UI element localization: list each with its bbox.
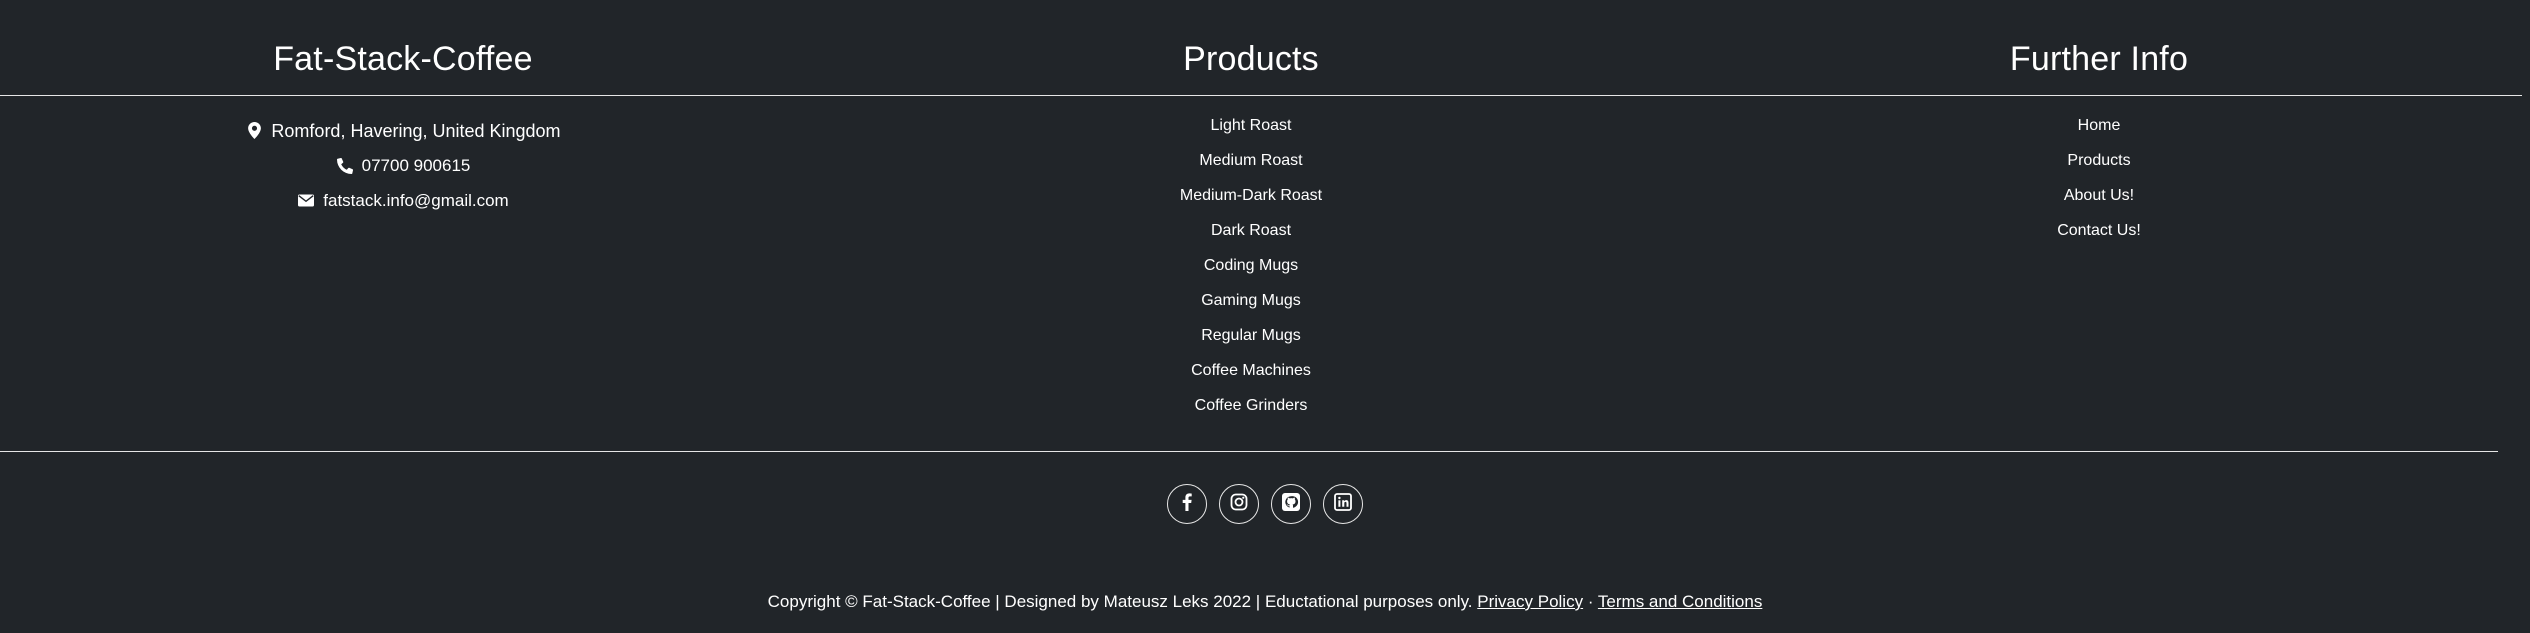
contact-email-text: fatstack.info@gmail.com [323, 190, 509, 210]
info-link-home[interactable]: Home [2078, 117, 2121, 134]
products-column: Products [834, 0, 1668, 80]
product-link-medium-roast[interactable]: Medium Roast [1199, 152, 1302, 169]
info-link-contact-us[interactable]: Contact Us! [2057, 222, 2141, 239]
product-link-coffee-grinders[interactable]: Coffee Grinders [1195, 397, 1308, 414]
copyright-line: Copyright © Fat-Stack-Coffee | Designed … [0, 590, 2530, 614]
facebook-icon [1181, 492, 1193, 516]
contact-location-text: Romford, Havering, United Kingdom [271, 120, 561, 141]
terms-conditions-link[interactable]: Terms and Conditions [1598, 592, 1762, 611]
products-link-list: Light Roast Medium Roast Medium-Dark Roa… [834, 113, 1668, 428]
contact-phone-text: 07700 900615 [361, 155, 471, 175]
copyright-text: Copyright © Fat-Stack-Coffee | Designed … [767, 592, 1473, 611]
contact-list: Romford, Havering, United Kingdom 07700 … [0, 113, 806, 218]
contact-phone[interactable]: 07700 900615 [0, 148, 806, 183]
product-link-medium-dark-roast[interactable]: Medium-Dark Roast [1180, 187, 1322, 204]
product-link-coding-mugs[interactable]: Coding Mugs [1204, 257, 1298, 274]
info-link-about-us[interactable]: About Us! [2064, 187, 2134, 204]
map-pin-icon [245, 122, 263, 140]
product-link-gaming-mugs[interactable]: Gaming Mugs [1201, 292, 1301, 309]
contact-location: Romford, Havering, United Kingdom [0, 113, 806, 148]
products-heading: Products [1183, 40, 1319, 78]
github-icon [1281, 492, 1301, 517]
site-footer: Fat-Stack-Coffee Products Further Info R… [0, 0, 2530, 633]
link-separator: · [1587, 592, 1594, 611]
info-link-products[interactable]: Products [2067, 152, 2130, 169]
brand-heading: Fat-Stack-Coffee [273, 40, 533, 78]
linkedin-icon [1334, 492, 1352, 516]
instagram-link[interactable] [1219, 484, 1259, 524]
linkedin-link[interactable] [1323, 484, 1363, 524]
product-link-light-roast[interactable]: Light Roast [1211, 117, 1292, 134]
bottom-divider [0, 451, 2498, 452]
facebook-link[interactable] [1167, 484, 1207, 524]
product-link-dark-roast[interactable]: Dark Roast [1211, 222, 1291, 239]
further-info-heading: Further Info [2009, 40, 2189, 78]
top-divider [0, 95, 2522, 96]
privacy-policy-link[interactable]: Privacy Policy [1477, 592, 1583, 611]
further-info-column: Further Info [1668, 0, 2530, 80]
product-link-coffee-machines[interactable]: Coffee Machines [1191, 362, 1311, 379]
github-link[interactable] [1271, 484, 1311, 524]
contact-email[interactable]: fatstack.info@gmail.com [0, 183, 806, 218]
brand-column: Fat-Stack-Coffee [0, 0, 806, 80]
product-link-regular-mugs[interactable]: Regular Mugs [1201, 327, 1301, 344]
phone-icon [336, 157, 354, 175]
further-info-link-list: Home Products About Us! Contact Us! [1668, 113, 2530, 253]
instagram-icon [1230, 493, 1248, 516]
envelope-icon [297, 192, 315, 210]
social-links [0, 484, 2530, 524]
